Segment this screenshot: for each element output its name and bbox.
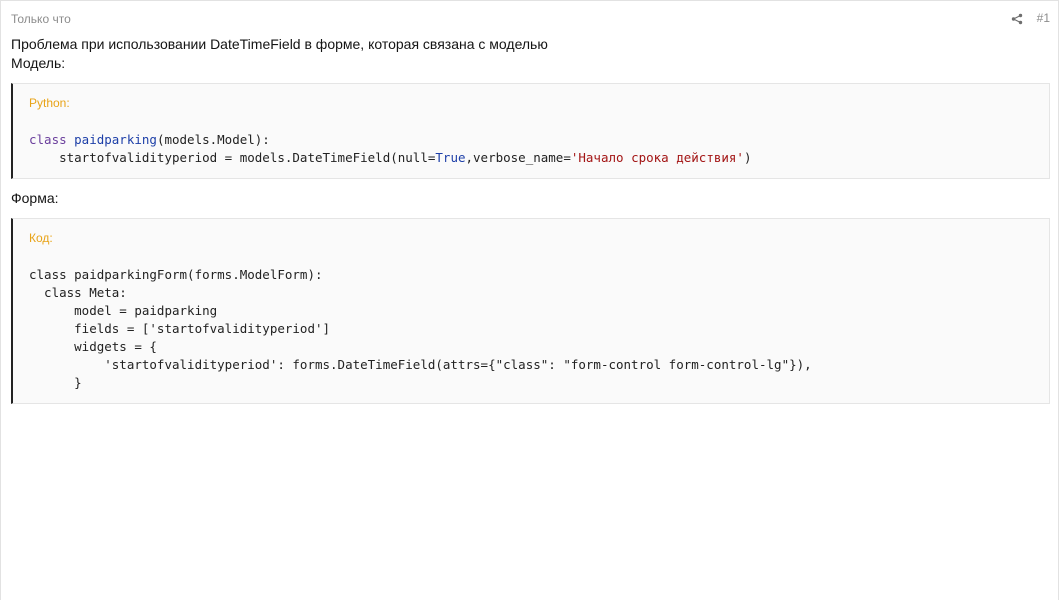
code-line: 'startofvalidityperiod': forms.DateTimeF… — [29, 357, 812, 372]
post-timestamp: Только что — [11, 12, 71, 26]
code-content[interactable]: class paidparking(models.Model): startof… — [29, 131, 1033, 167]
post-actions: #1 — [1011, 11, 1050, 25]
code-line: widgets = { — [29, 339, 157, 354]
code-block-form: Код: class paidparkingForm(forms.ModelFo… — [11, 218, 1050, 404]
code-line: startofvalidityperiod = models.DateTimeF… — [29, 150, 752, 165]
code-line: fields = ['startofvalidityperiod'] — [29, 321, 331, 336]
code-block-model: Python: class paidparking(models.Model):… — [11, 83, 1050, 179]
share-icon[interactable] — [1011, 12, 1023, 25]
code-content[interactable]: class paidparkingForm(forms.ModelForm): … — [29, 266, 1033, 392]
code-line: class Meta: — [29, 285, 127, 300]
code-line: class paidparking(models.Model): — [29, 132, 270, 147]
post-intro-text: Проблема при использовании DateTimeField… — [11, 36, 548, 52]
forum-post: Только что #1 Проблема при использовании… — [0, 0, 1059, 600]
form-label: Форма: — [11, 190, 59, 206]
code-language-label: Python: — [29, 96, 70, 110]
code-line: } — [29, 375, 82, 390]
code-line: model = paidparking — [29, 303, 218, 318]
post-header: Только что #1 — [1, 1, 1058, 35]
code-line: class paidparkingForm(forms.ModelForm): — [29, 267, 323, 282]
post-number-link[interactable]: #1 — [1037, 11, 1050, 25]
code-language-label: Код: — [29, 231, 53, 245]
post-body: Проблема при использовании DateTimeField… — [1, 35, 1058, 404]
model-label: Модель: — [11, 55, 66, 71]
